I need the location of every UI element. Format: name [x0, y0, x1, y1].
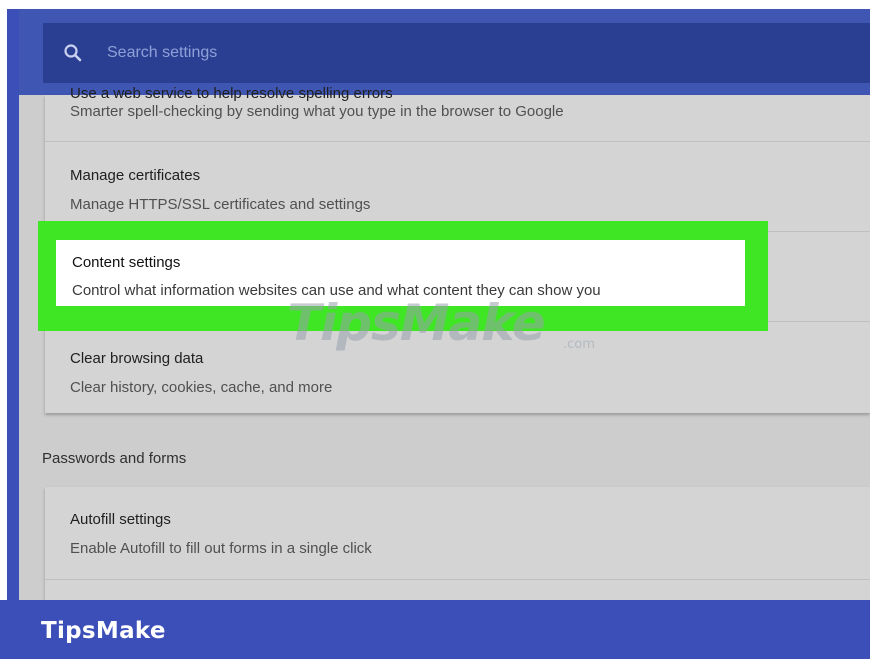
- search-input[interactable]: Search settings: [107, 43, 217, 63]
- setting-row-spellcheck[interactable]: Use a web service to help resolve spelli…: [45, 85, 870, 142]
- setting-row-manage-certificates[interactable]: Manage certificates Manage HTTPS/SSL cer…: [45, 141, 870, 232]
- setting-description: Clear history, cookies, cache, and more: [70, 379, 333, 396]
- watermark-logo: TipsMake: [287, 294, 546, 352]
- section-heading-passwords: Passwords and forms: [42, 450, 187, 467]
- brand-bar: TipsMake: [0, 600, 870, 659]
- setting-row-autofill[interactable]: Autofill settings Enable Autofill to fil…: [45, 487, 870, 580]
- settings-header: Search settings: [19, 9, 870, 95]
- setting-description: Enable Autofill to fill out forms in a s…: [70, 540, 372, 557]
- settings-screen: Search settings Use a web service to hel…: [19, 9, 870, 600]
- setting-title: Autofill settings: [70, 511, 171, 528]
- setting-title: Clear browsing data: [70, 350, 204, 367]
- screenshot-frame: Search settings Use a web service to hel…: [7, 9, 870, 659]
- passwords-settings-card: Autofill settings Enable Autofill to fil…: [45, 487, 870, 600]
- setting-description: Smarter spell-checking by sending what y…: [70, 103, 564, 120]
- brand-logo: TipsMake: [41, 618, 166, 644]
- setting-title: Use a web service to help resolve spelli…: [70, 85, 393, 102]
- setting-title: Manage certificates: [70, 167, 201, 184]
- search-icon[interactable]: [63, 43, 83, 63]
- setting-description: Manage HTTPS/SSL certificates and settin…: [70, 196, 371, 213]
- watermark-suffix: .com: [563, 337, 595, 352]
- search-box[interactable]: Search settings: [43, 23, 870, 83]
- setting-title: Content settings: [72, 254, 181, 271]
